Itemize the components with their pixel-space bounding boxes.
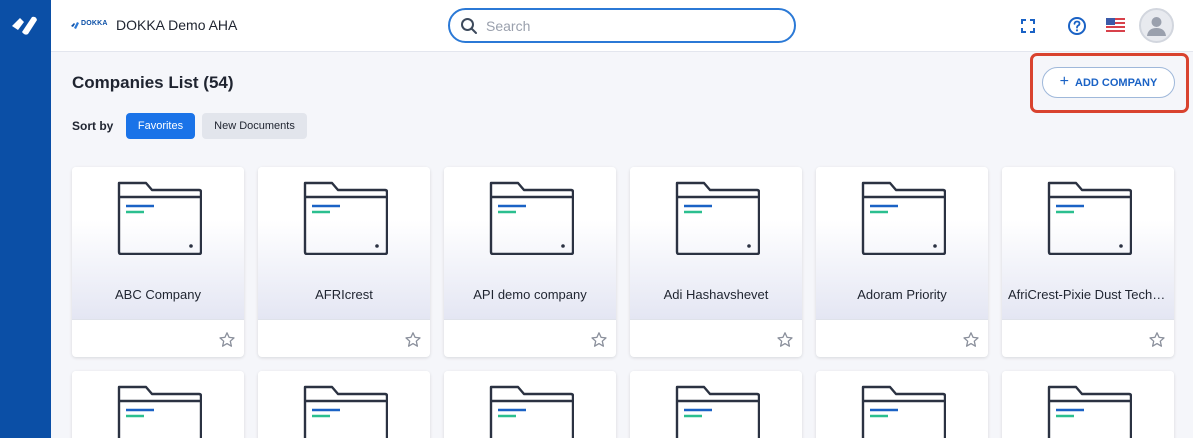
favorite-star-icon[interactable] bbox=[776, 331, 794, 349]
company-card-header[interactable] bbox=[816, 371, 988, 438]
user-avatar[interactable] bbox=[1139, 8, 1174, 43]
fullscreen-icon[interactable] bbox=[1018, 16, 1038, 36]
folder-icon bbox=[117, 181, 202, 255]
help-icon[interactable] bbox=[1067, 16, 1087, 36]
sidebar bbox=[0, 0, 51, 438]
company-card[interactable] bbox=[72, 371, 244, 438]
company-card-header[interactable]: API demo company bbox=[444, 167, 616, 320]
folder-icon bbox=[303, 181, 388, 255]
folder-icon bbox=[1047, 181, 1132, 255]
folder-icon bbox=[303, 385, 388, 438]
company-card-header[interactable]: ABC Company bbox=[72, 167, 244, 320]
company-card[interactable] bbox=[444, 371, 616, 438]
company-card-header[interactable]: AFRIcrest bbox=[258, 167, 430, 320]
company-name: Adi Hashavshevet bbox=[663, 287, 769, 302]
company-card-header[interactable]: Adoram Priority bbox=[816, 167, 988, 320]
folder-icon bbox=[675, 181, 760, 255]
company-card[interactable]: Adoram Priority bbox=[816, 167, 988, 357]
sort-favorites-button[interactable]: Favorites bbox=[126, 113, 195, 139]
favorite-star-icon[interactable] bbox=[1148, 331, 1166, 349]
company-name: API demo company bbox=[473, 287, 587, 302]
company-card[interactable] bbox=[816, 371, 988, 438]
company-card-header[interactable] bbox=[444, 371, 616, 438]
company-name: ABC Company bbox=[115, 287, 201, 302]
add-company-button[interactable]: + ADD COMPANY bbox=[1042, 67, 1175, 98]
folder-icon bbox=[1047, 385, 1132, 438]
folder-icon bbox=[675, 385, 760, 438]
company-name: AFRIcrest bbox=[315, 287, 373, 302]
company-name: Adoram Priority bbox=[857, 287, 947, 302]
favorite-star-icon[interactable] bbox=[404, 331, 422, 349]
topbar: DOKKA DOKKA Demo AHA bbox=[51, 0, 1193, 52]
folder-icon bbox=[861, 181, 946, 255]
company-card[interactable] bbox=[630, 371, 802, 438]
search-input[interactable] bbox=[486, 16, 776, 36]
sort-new-documents-button[interactable]: New Documents bbox=[202, 113, 307, 139]
favorite-star-icon[interactable] bbox=[218, 331, 236, 349]
company-card-header[interactable] bbox=[630, 371, 802, 438]
dokka-logo-icon[interactable] bbox=[8, 12, 40, 38]
company-card[interactable]: Adi Hashavshevet bbox=[630, 167, 802, 357]
page-title: Companies List (54) bbox=[72, 73, 234, 92]
favorite-star-icon[interactable] bbox=[962, 331, 980, 349]
folder-icon bbox=[861, 385, 946, 438]
company-name: AfriCrest-Pixie Dust Technologies bbox=[1008, 287, 1168, 302]
company-card[interactable] bbox=[1002, 371, 1174, 438]
company-card[interactable]: ABC Company bbox=[72, 167, 244, 357]
folder-icon bbox=[117, 385, 202, 438]
company-card-header[interactable] bbox=[72, 371, 244, 438]
search-box[interactable] bbox=[448, 8, 796, 43]
us-flag-icon[interactable] bbox=[1106, 18, 1125, 32]
search-icon bbox=[461, 18, 477, 34]
company-card[interactable]: API demo company bbox=[444, 167, 616, 357]
company-card-header[interactable] bbox=[1002, 371, 1174, 438]
brand-word: DOKKA bbox=[81, 20, 108, 27]
company-card[interactable]: AfriCrest-Pixie Dust Technologies bbox=[1002, 167, 1174, 357]
sort-label: Sort by bbox=[72, 119, 114, 133]
company-card-header[interactable]: Adi Hashavshevet bbox=[630, 167, 802, 320]
company-card-header[interactable]: AfriCrest-Pixie Dust Technologies bbox=[1002, 167, 1174, 320]
brand-logo: DOKKA bbox=[71, 19, 107, 31]
folder-icon bbox=[489, 181, 574, 255]
current-company-name[interactable]: DOKKA Demo AHA bbox=[116, 17, 237, 33]
brand-mark-icon bbox=[71, 22, 79, 29]
folder-icon bbox=[489, 385, 574, 438]
favorite-star-icon[interactable] bbox=[590, 331, 608, 349]
plus-icon: + bbox=[1059, 73, 1070, 90]
company-card[interactable] bbox=[258, 371, 430, 438]
add-company-label: ADD COMPANY bbox=[1075, 76, 1158, 89]
company-card[interactable]: AFRIcrest bbox=[258, 167, 430, 357]
company-card-header[interactable] bbox=[258, 371, 430, 438]
user-icon bbox=[1147, 17, 1166, 36]
